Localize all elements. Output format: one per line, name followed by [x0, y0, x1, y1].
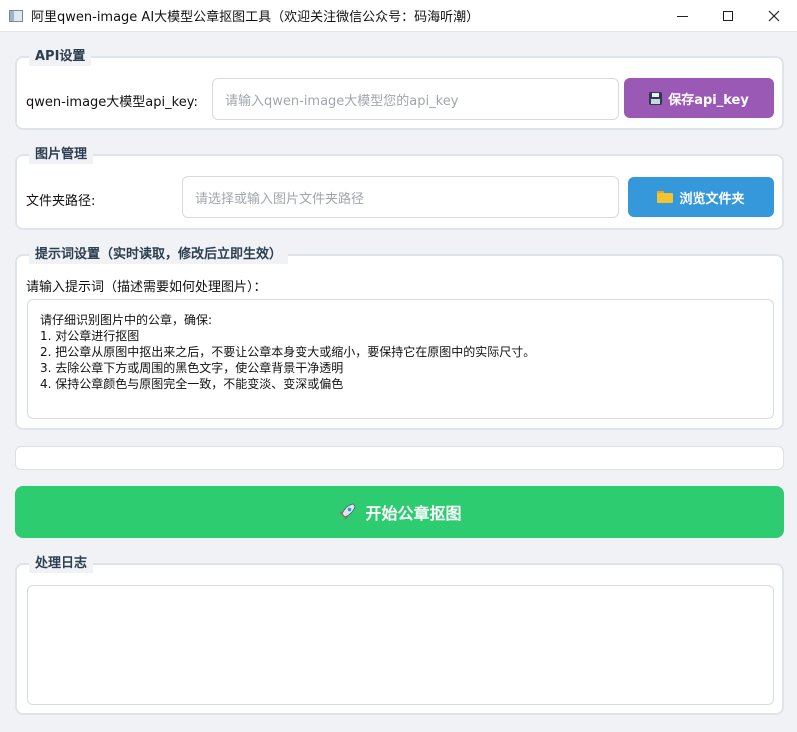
- app-icon: [9, 9, 23, 22]
- browse-folder-label: 浏览文件夹: [679, 191, 745, 207]
- folder-path-placeholder: 请选择或输入图片文件夹路径: [195, 191, 365, 207]
- folder-path-label: 文件夹路径:: [26, 194, 96, 209]
- folder-path-input[interactable]: 请选择或输入图片文件夹路径: [182, 176, 619, 218]
- processing-log-legend: 处理日志: [29, 555, 94, 573]
- image-management-legend: 图片管理: [29, 146, 94, 164]
- title-bar: 阿里qwen-image AI大模型公章抠图工具（欢迎关注微信公众号：码海听潮）: [0, 0, 797, 32]
- floppy-disk-icon: [649, 91, 663, 105]
- progress-bar: [15, 446, 784, 470]
- start-stamp-cutout-button[interactable]: 开始公章抠图: [15, 486, 784, 538]
- prompt-textarea[interactable]: 请仔细识别图片中的公章，确保: 1. 对公章进行抠图 2. 把公章从原图中抠出来…: [27, 299, 774, 419]
- prompt-line: 3. 去除公章下方或周围的黑色文字，使公章背景干净透明: [40, 361, 344, 375]
- prompt-line: 请仔细识别图片中的公章，确保:: [40, 313, 213, 327]
- save-api-key-button[interactable]: 保存api_key: [624, 78, 774, 118]
- prompt-line: 2. 把公章从原图中抠出来之后，不要让公章本身变大或缩小，要保持它在原图中的实际…: [40, 345, 536, 359]
- window-title: 阿里qwen-image AI大模型公章抠图工具（欢迎关注微信公众号：码海听潮）: [31, 10, 480, 25]
- rocket-icon: [339, 503, 356, 520]
- image-management-group: 图片管理 文件夹路径: 请选择或输入图片文件夹路径 浏览文件夹: [15, 146, 784, 230]
- prompt-settings-legend: 提示词设置（实时读取，修改后立即生效）: [29, 246, 289, 264]
- api-settings-group: API设置 qwen-image大模型api_key: 请输入qwen-imag…: [15, 48, 784, 130]
- prompt-line: 1. 对公章进行抠图: [40, 329, 140, 343]
- save-api-key-label: 保存api_key: [668, 92, 749, 108]
- prompt-line: 4. 保持公章颜色与原图完全一致，不能变淡、变深或偏色: [40, 377, 344, 391]
- window-controls: [659, 0, 797, 32]
- browse-folder-button[interactable]: 浏览文件夹: [628, 177, 774, 217]
- minimize-button[interactable]: [659, 0, 705, 32]
- maximize-icon: [723, 11, 733, 21]
- prompt-settings-group: 提示词设置（实时读取，修改后立即生效） 请输入提示词（描述需要如何处理图片）： …: [15, 246, 784, 430]
- api-key-placeholder: 请输入qwen-image大模型您的api_key: [225, 93, 459, 109]
- minimize-icon: [676, 15, 688, 17]
- api-key-label: qwen-image大模型api_key:: [26, 95, 198, 110]
- close-button[interactable]: [751, 0, 797, 32]
- maximize-button[interactable]: [705, 0, 751, 32]
- api-key-input[interactable]: 请输入qwen-image大模型您的api_key: [212, 78, 619, 120]
- api-settings-legend: API设置: [29, 48, 92, 66]
- prompt-label: 请输入提示词（描述需要如何处理图片）：: [26, 280, 267, 295]
- processing-log-group: 处理日志: [15, 555, 784, 715]
- folder-icon: [657, 191, 674, 203]
- start-button-label: 开始公章抠图: [365, 504, 462, 523]
- log-output[interactable]: [27, 585, 774, 705]
- close-icon: [768, 10, 780, 22]
